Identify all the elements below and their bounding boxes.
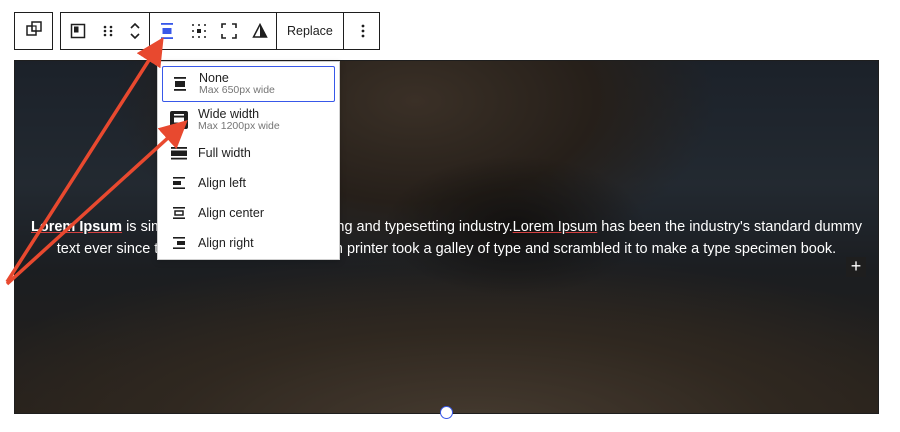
cover-text-highlight-2: Lorem Ipsum xyxy=(512,219,598,235)
block-transform-button[interactable] xyxy=(14,12,53,50)
drag-handle-button[interactable] xyxy=(95,13,121,49)
align-option-wide[interactable]: Wide width Max 1200px wide xyxy=(162,102,335,138)
block-toolbar: Replace xyxy=(60,12,380,50)
more-options-button[interactable] xyxy=(344,13,382,49)
cover-block[interactable]: Lorem Ipsum is simply dummy text of the … xyxy=(14,60,879,414)
align-option-label: Wide width xyxy=(198,107,260,121)
fullscreen-button[interactable] xyxy=(214,13,244,49)
toolbar-options-section xyxy=(344,13,382,49)
align-option-right[interactable]: Align right xyxy=(162,228,335,258)
align-option-label: Align right xyxy=(198,236,254,250)
align-wide-icon xyxy=(170,111,188,129)
contrast-button[interactable] xyxy=(244,13,276,49)
align-option-none[interactable]: None Max 650px wide xyxy=(162,66,335,102)
align-option-full[interactable]: Full width xyxy=(162,138,335,168)
move-up-down-icon xyxy=(129,20,141,42)
alignment-dropdown: None Max 650px wide Wide width Max 1200p… xyxy=(157,61,340,260)
align-button[interactable] xyxy=(150,13,184,49)
move-up-down-button[interactable] xyxy=(121,13,149,49)
align-none-icon xyxy=(171,75,189,93)
align-option-description: Max 650px wide xyxy=(199,84,275,96)
content-position-icon xyxy=(191,23,207,39)
add-block-button[interactable]: + xyxy=(846,257,866,277)
cover-block-icon xyxy=(70,23,86,39)
fullscreen-icon xyxy=(221,23,237,39)
cover-text-highlight-1: Lorem Ipsum xyxy=(31,219,123,235)
cover-paragraph[interactable]: Lorem Ipsum is simply dummy text of the … xyxy=(15,216,878,260)
align-full-icon xyxy=(170,144,188,162)
align-left-icon xyxy=(170,174,188,192)
align-option-label: Align left xyxy=(198,176,246,190)
align-center-icon xyxy=(170,204,188,222)
align-option-center[interactable]: Align center xyxy=(162,198,335,228)
content-position-button[interactable] xyxy=(184,13,214,49)
align-option-label: None xyxy=(199,71,229,85)
replace-button[interactable]: Replace xyxy=(277,13,343,49)
align-option-left[interactable]: Align left xyxy=(162,168,335,198)
cover-block-button[interactable] xyxy=(61,13,95,49)
drag-handle-icon xyxy=(102,24,114,38)
align-option-description: Max 1200px wide xyxy=(198,120,280,132)
more-options-icon xyxy=(361,23,365,39)
align-option-label: Align center xyxy=(198,206,265,220)
align-icon xyxy=(159,22,175,40)
toolbar-replace-section: Replace xyxy=(277,13,344,49)
align-right-icon xyxy=(170,234,188,252)
toolbar-controls-section xyxy=(150,13,277,49)
contrast-icon xyxy=(252,23,268,39)
align-option-label: Full width xyxy=(198,146,251,160)
toolbar-block-section xyxy=(61,13,150,49)
block-transform-icon xyxy=(25,20,42,42)
resize-handle[interactable] xyxy=(440,406,453,419)
